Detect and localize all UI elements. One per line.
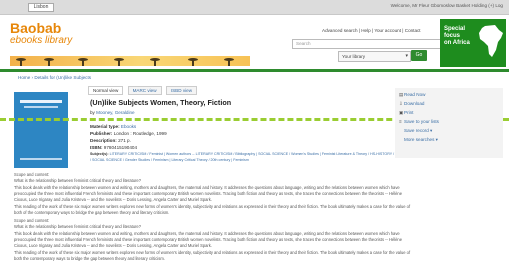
scope-question: What is the relationship between feminis… xyxy=(14,178,141,183)
tab-isbd-view[interactable]: ISBD view xyxy=(165,86,198,95)
download-link[interactable]: ⇩Download xyxy=(399,101,424,107)
go-button[interactable]: Go xyxy=(411,50,427,61)
scope-paragraph-1: This book deals with the relationship be… xyxy=(14,185,402,202)
record-author: by Mooney, Geraldine xyxy=(90,110,135,115)
subjects[interactable]: Subject(s): LITERARY CRITICISM / Feminis… xyxy=(90,152,423,156)
language-selector[interactable]: Lisbon xyxy=(28,3,54,12)
library-select[interactable]: Your library ▾ xyxy=(338,51,411,62)
header-links[interactable]: Advanced search | Help | Your account | … xyxy=(322,28,421,33)
more-searches-menu[interactable]: More searches ▾ xyxy=(399,137,438,143)
subjects-continued[interactable]: / SOCIAL SCIENCE / Gender Studies / Femi… xyxy=(90,158,249,162)
save-to-lists-link[interactable]: ≡ Save to your lists xyxy=(399,119,439,124)
record-title: (Un)like Subjects Women, Theory, Fiction xyxy=(90,98,232,107)
description: Description: 271 p. xyxy=(90,138,131,143)
material-type: Material type: Ebooks xyxy=(90,124,137,129)
tab-normal-view[interactable]: Normal view xyxy=(88,86,124,95)
baobab-banner xyxy=(10,56,250,66)
africa-map-icon xyxy=(479,25,503,57)
scope-question-2: What is the relationship between feminis… xyxy=(14,224,141,229)
scope-paragraph-3: This book deals with the relationship be… xyxy=(14,231,402,248)
save-record-menu[interactable]: Save record ▾ xyxy=(399,128,432,134)
chevron-down-icon: ▾ xyxy=(405,53,408,59)
scope-paragraph-4: This reading of the work of these six ma… xyxy=(14,250,411,261)
read-now-link[interactable]: ▤Read Now xyxy=(399,92,425,98)
print-link[interactable]: ▣Print xyxy=(399,110,413,116)
africa-promo-text: Special focus on Africa xyxy=(444,26,470,46)
site-logo-subtitle: ebooks library xyxy=(10,35,73,46)
account-links[interactable]: Welcome, Mr Fleur Gbomoslow Basket Holdi… xyxy=(391,3,503,8)
breadcrumb[interactable]: Home › Details for (Un)like Subjects xyxy=(18,75,91,80)
scope-paragraph-2: This reading of the work of these six ma… xyxy=(14,204,411,215)
library-select-value: Your library xyxy=(342,54,366,59)
view-tabs: Normal view MARC view ISBD view xyxy=(88,86,200,95)
site-logo-title[interactable]: Baobab xyxy=(10,20,61,36)
isbn: ISBN: 9780415190404 xyxy=(90,145,138,150)
header-divider xyxy=(0,69,509,72)
search-input[interactable]: Search xyxy=(292,39,447,49)
tab-marc-view[interactable]: MARC view xyxy=(127,86,162,95)
top-bar: Lisbon Welcome, Mr Fleur Gbomoslow Baske… xyxy=(0,0,509,15)
book-cover[interactable] xyxy=(14,92,68,168)
publisher: Publisher: London : Routledge, 1999 xyxy=(90,131,167,136)
author-link[interactable]: Mooney, Geraldine xyxy=(96,110,134,115)
